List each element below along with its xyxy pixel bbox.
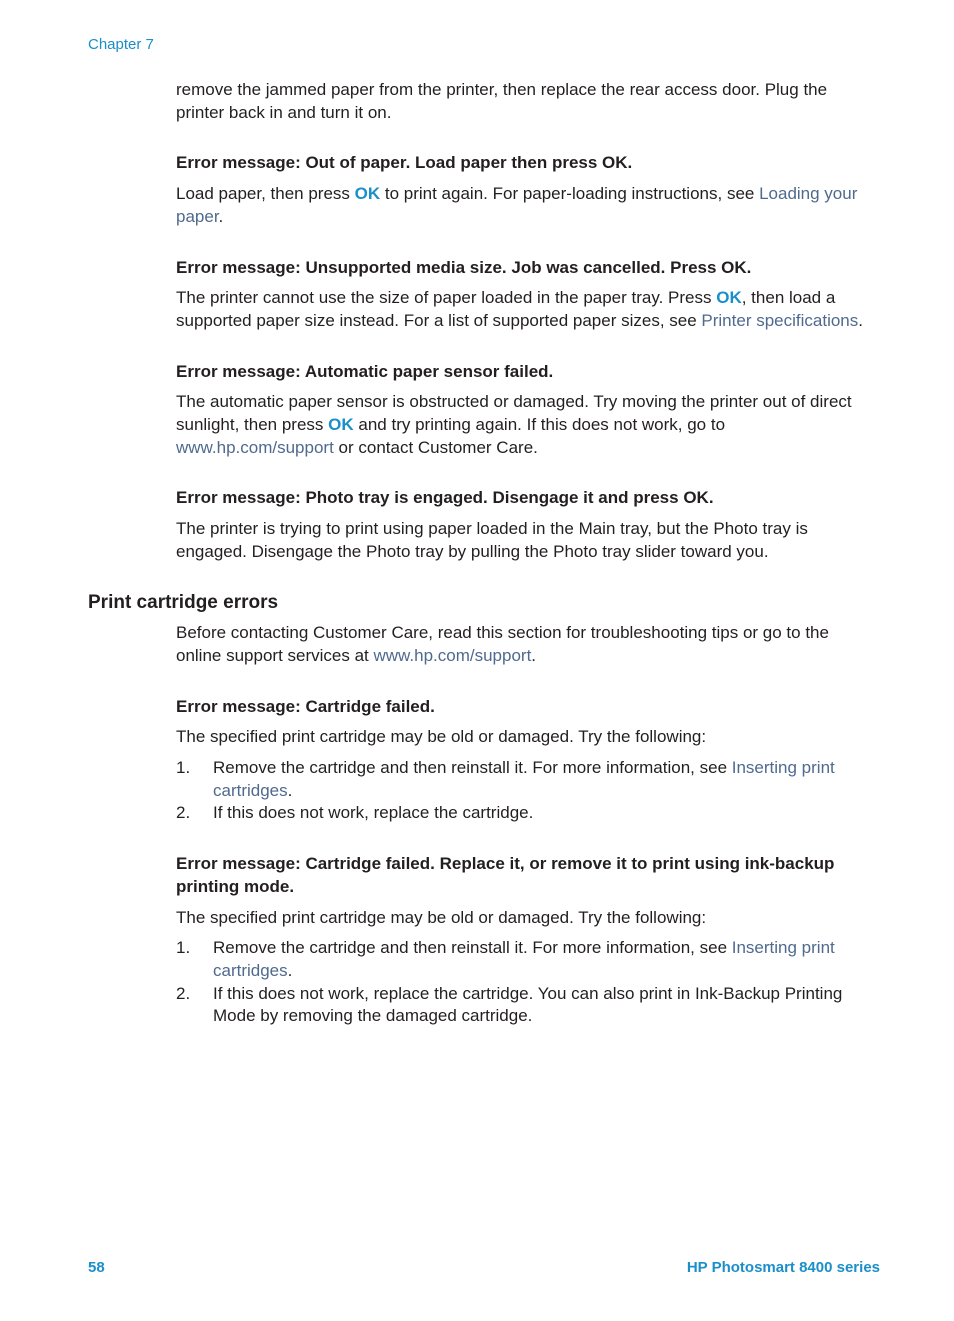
error-body-cartridge-ink-backup: The specified print cartridge may be old… — [176, 907, 707, 927]
chapter-label: Chapter 7 — [88, 36, 154, 53]
text: . — [287, 780, 293, 800]
text: . — [858, 310, 863, 330]
step-number: 2. — [176, 803, 191, 823]
text: . — [218, 206, 224, 226]
list-item: 2. If this does not work, replace the car… — [176, 983, 876, 1028]
text: . — [287, 960, 293, 980]
steps-list: 1. Remove the cartridge and then reinstal… — [176, 937, 876, 1028]
text: Load paper, then press — [176, 184, 355, 204]
section-intro: Before contacting Customer Care, read th… — [176, 622, 876, 667]
link-hp-support[interactable]: www.hp.com/support — [176, 438, 334, 457]
error-body-unsupported-media: The printer cannot use the size of paper… — [176, 287, 876, 332]
page-content: remove the jammed paper from the printer… — [88, 79, 876, 1056]
error-heading-out-of-paper: Error message: Out of paper. Load paper … — [176, 153, 633, 173]
text: The printer cannot use the size of paper… — [176, 288, 717, 308]
error-heading-photo-tray: Error message: Photo tray is engaged. Di… — [176, 488, 714, 508]
text: and try printing again. If this does not… — [353, 415, 726, 435]
list-item: 1. Remove the cartridge and then reinstal… — [176, 757, 876, 802]
ok-button-label: OK — [716, 288, 742, 308]
product-name: HP Photosmart 8400 series — [686, 1259, 880, 1276]
error-heading-cartridge-ink-backup: Error message: Cartridge failed. Replace… — [176, 854, 835, 896]
text: or contact Customer Care. — [333, 437, 538, 457]
error-body-paper-sensor: The automatic paper sensor is obstructed… — [176, 391, 876, 459]
page-number: 58 — [88, 1259, 105, 1276]
section-title-print-cartridge-errors: Print cartridge errors — [88, 591, 279, 613]
text: . — [531, 645, 537, 665]
step-text: Remove the cartridge and then reinstall … — [213, 758, 732, 778]
error-body-cartridge-failed: The specified print cartridge may be old… — [176, 727, 707, 747]
link-printer-specifications[interactable]: Printer specifications — [701, 311, 858, 330]
text: to print again. For paper-loading instru… — [380, 184, 760, 204]
step-number: 2. — [176, 983, 191, 1003]
step-text: If this does not work, replace the cartr… — [213, 803, 534, 823]
intro-paragraph: remove the jammed paper from the printer… — [176, 80, 828, 122]
error-body-out-of-paper: Load paper, then press OK to print again… — [176, 183, 876, 228]
step-text: Remove the cartridge and then reinstall … — [213, 938, 732, 958]
ok-button-label: OK — [354, 184, 381, 204]
list-item: 2. If this does not work, replace the car… — [176, 802, 876, 825]
error-heading-cartridge-failed: Error message: Cartridge failed. — [176, 696, 435, 716]
error-heading-unsupported-media: Error message: Unsupported media size. J… — [176, 257, 752, 277]
error-heading-paper-sensor: Error message: Automatic paper sensor fa… — [176, 361, 554, 381]
step-number: 1. — [176, 758, 191, 778]
step-number: 1. — [176, 938, 191, 958]
error-body-photo-tray: The printer is trying to print using pap… — [176, 519, 808, 561]
list-item: 1. Remove the cartridge and then reinstal… — [176, 937, 876, 982]
step-text: If this does not work, replace the cartr… — [213, 983, 843, 1026]
steps-list: 1. Remove the cartridge and then reinstal… — [176, 757, 876, 825]
ok-button-label: OK — [328, 415, 354, 435]
link-hp-support[interactable]: www.hp.com/support — [374, 646, 532, 665]
